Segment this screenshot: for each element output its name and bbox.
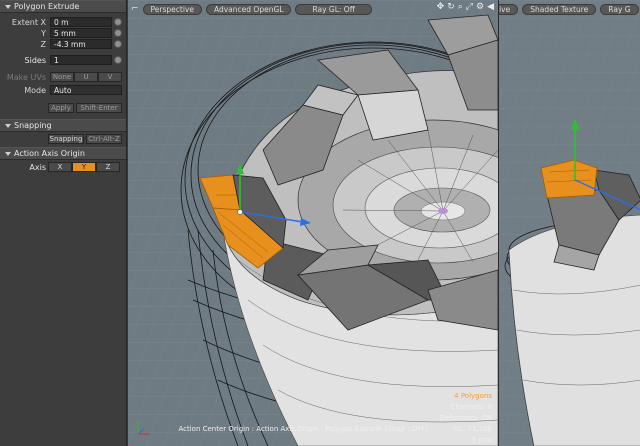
sides-channel-icon[interactable] <box>114 56 122 64</box>
settings-icon[interactable]: ⚙ <box>476 2 484 12</box>
action-status-line: Action Center Origin : Action Axis Origi… <box>178 425 428 433</box>
z-channel-icon[interactable] <box>114 40 122 48</box>
view-mode-button[interactable]: Perspective <box>142 3 202 15</box>
mode-dropdown[interactable]: Auto <box>50 85 122 95</box>
sides-field[interactable]: 1 <box>50 55 112 65</box>
y-channel-icon[interactable] <box>114 29 122 37</box>
make-uvs-row: Make UVs None U V <box>0 72 126 83</box>
y-row: Y 5 mm <box>0 28 126 39</box>
apply-button[interactable]: Apply <box>48 103 74 113</box>
snapping-header[interactable]: Snapping <box>0 119 126 132</box>
pivot-marker <box>438 208 448 214</box>
secondary-selected-polygon[interactable] <box>540 159 598 199</box>
secondary-scene[interactable] <box>499 0 640 446</box>
right-raygl-button[interactable]: Ray G <box>600 3 639 15</box>
polygon-extrude-title: Polygon Extrude <box>14 2 80 11</box>
axis-row: Axis X Y Z <box>0 162 126 173</box>
action-axis-header[interactable]: Action Axis Origin <box>0 147 126 160</box>
viewport-menu-icon[interactable]: ⌐ <box>131 4 139 14</box>
uv-v-button[interactable]: V <box>98 72 122 82</box>
polygon-extrude-header[interactable]: Polygon Extrude <box>0 0 126 13</box>
snapping-row: Snapping Ctrl-Alt-Z <box>0 134 126 145</box>
viewport-scene[interactable] <box>128 0 498 446</box>
extent-x-field[interactable]: 0 m <box>50 17 112 27</box>
apply-shortcut: Shift-Enter <box>76 103 122 113</box>
axis-label: Axis <box>29 163 46 172</box>
polygon-count: 4 Polygons <box>454 392 492 400</box>
perspective-viewport[interactable]: ⌐ Perspective Advanced OpenGL Ray GL: Of… <box>128 0 498 446</box>
gl-count: GL: 71,708 <box>453 425 492 433</box>
right-render-mode-button[interactable]: Shaded Texture <box>522 3 597 15</box>
rotate-icon[interactable]: ↻ <box>447 2 455 12</box>
snapping-collapse-icon[interactable] <box>5 123 11 128</box>
y-field[interactable]: 5 mm <box>50 28 112 38</box>
right-view-mode-button[interactable]: Active <box>499 3 519 15</box>
sides-label: Sides <box>24 56 46 65</box>
raygl-button[interactable]: Ray GL: Off <box>295 3 372 15</box>
mode-label: Mode <box>24 86 46 95</box>
extent-x-label: Extent X <box>11 18 46 27</box>
z-row: Z -4.3 mm <box>0 39 126 50</box>
move-icon[interactable]: ✥ <box>437 2 445 12</box>
collapse-triangle-icon[interactable] <box>5 4 11 9</box>
snapping-button[interactable]: Snapping <box>48 134 84 144</box>
extent-x-channel-icon[interactable] <box>114 18 122 26</box>
secondary-viewport[interactable]: Active Shaded Texture Ray G <box>498 0 640 446</box>
render-mode-button[interactable]: Advanced OpenGL <box>205 3 292 15</box>
channels-status: Channels: 0 <box>450 403 492 411</box>
action-axis-section-title: Action Axis Origin <box>14 149 85 158</box>
z-field[interactable]: -4.3 mm <box>50 39 112 49</box>
action-axis-collapse-icon[interactable] <box>5 151 11 156</box>
zoom-icon[interactable]: ⌕ <box>458 2 463 12</box>
axis-x-button[interactable]: X <box>48 162 72 172</box>
fit-icon[interactable]: ⤢ <box>466 2 473 12</box>
apply-row: Apply Shift-Enter <box>0 103 126 114</box>
viewport-left-header: ⌐ Perspective Advanced OpenGL Ray GL: Of… <box>131 3 372 15</box>
menu-icon[interactable]: ◀ <box>487 2 494 12</box>
snapping-shortcut: Ctrl-Alt-Z <box>86 134 122 144</box>
uv-u-button[interactable]: U <box>74 72 98 82</box>
uv-none-button[interactable]: None <box>50 72 74 82</box>
y-label: Y <box>41 29 46 38</box>
deformers-status: Deformers: ON <box>439 414 492 422</box>
snapping-section-title: Snapping <box>14 121 52 130</box>
grid-size: 5 mm <box>471 436 492 444</box>
tool-properties-panel: Polygon Extrude Extent X 0 m Y 5 mm Z -4… <box>0 0 127 446</box>
make-uvs-label: Make UVs <box>6 73 46 82</box>
mode-row: Mode Auto <box>0 85 126 96</box>
z-label: Z <box>40 40 46 49</box>
extent-x-row: Extent X 0 m <box>0 17 126 28</box>
sides-row: Sides 1 <box>0 55 126 66</box>
viewport-nav-icons: ✥ ↻ ⌕ ⤢ ⚙ ◀ <box>437 2 494 12</box>
axis-y-button[interactable]: Y <box>72 162 96 172</box>
viewport-right-header: Active Shaded Texture Ray G <box>499 3 639 15</box>
axis-z-button[interactable]: Z <box>96 162 120 172</box>
